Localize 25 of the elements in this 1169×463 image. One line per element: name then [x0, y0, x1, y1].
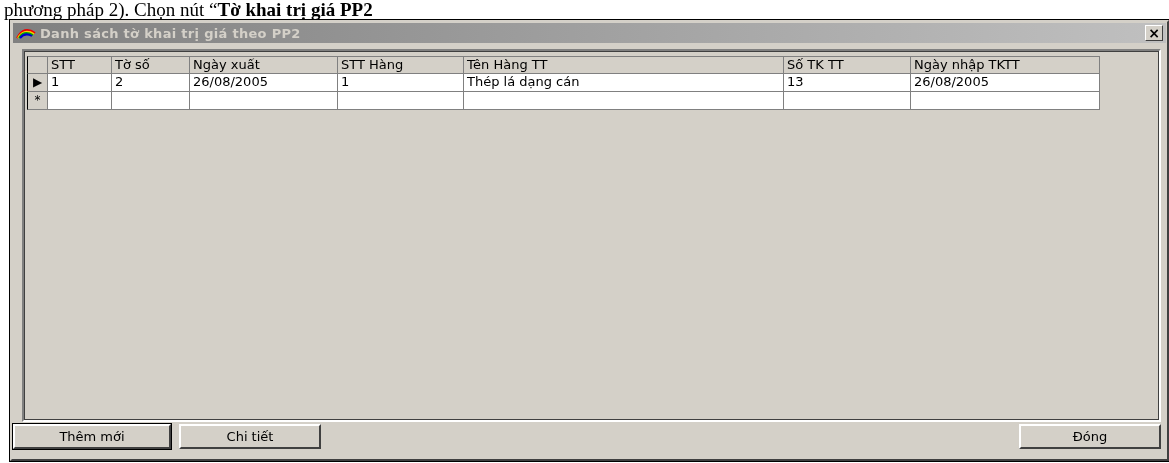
corner-cell: [27, 56, 48, 74]
add-button[interactable]: Thêm mới: [13, 424, 171, 449]
column-header[interactable]: STT: [48, 56, 112, 74]
column-header[interactable]: STT Hàng: [338, 56, 464, 74]
table-cell: 26/08/2005: [911, 74, 1100, 92]
close-button[interactable]: ×: [1145, 25, 1163, 41]
column-header[interactable]: Ngày xuất: [190, 56, 338, 74]
column-header[interactable]: Ngày nhập TKTT: [911, 56, 1100, 74]
table-cell: 26/08/2005: [190, 74, 338, 92]
column-header[interactable]: Tên Hàng TT: [464, 56, 784, 74]
row-indicator[interactable]: ▶: [27, 74, 48, 92]
table-cell: 2: [112, 74, 190, 92]
table-cell: 1: [338, 74, 464, 92]
column-header[interactable]: Tờ số: [112, 56, 190, 74]
table-cell: Thép lá dạng cán: [464, 74, 784, 92]
row-indicator[interactable]: *: [27, 92, 48, 110]
rainbow-icon: [16, 27, 36, 39]
table-cell: [48, 92, 112, 110]
document-text: phương pháp 2). Chọn nút “Tờ khai trị giá PP2: [3, 0, 374, 20]
table-cell: 1: [48, 74, 112, 92]
column-header[interactable]: Số TK TT: [784, 56, 911, 74]
details-button[interactable]: Chi tiết: [179, 424, 321, 449]
table-cell: 13: [784, 74, 911, 92]
close-button[interactable]: Đóng: [1019, 424, 1161, 449]
window-title: Danh sách tờ khai trị giá theo PP2: [40, 25, 302, 41]
